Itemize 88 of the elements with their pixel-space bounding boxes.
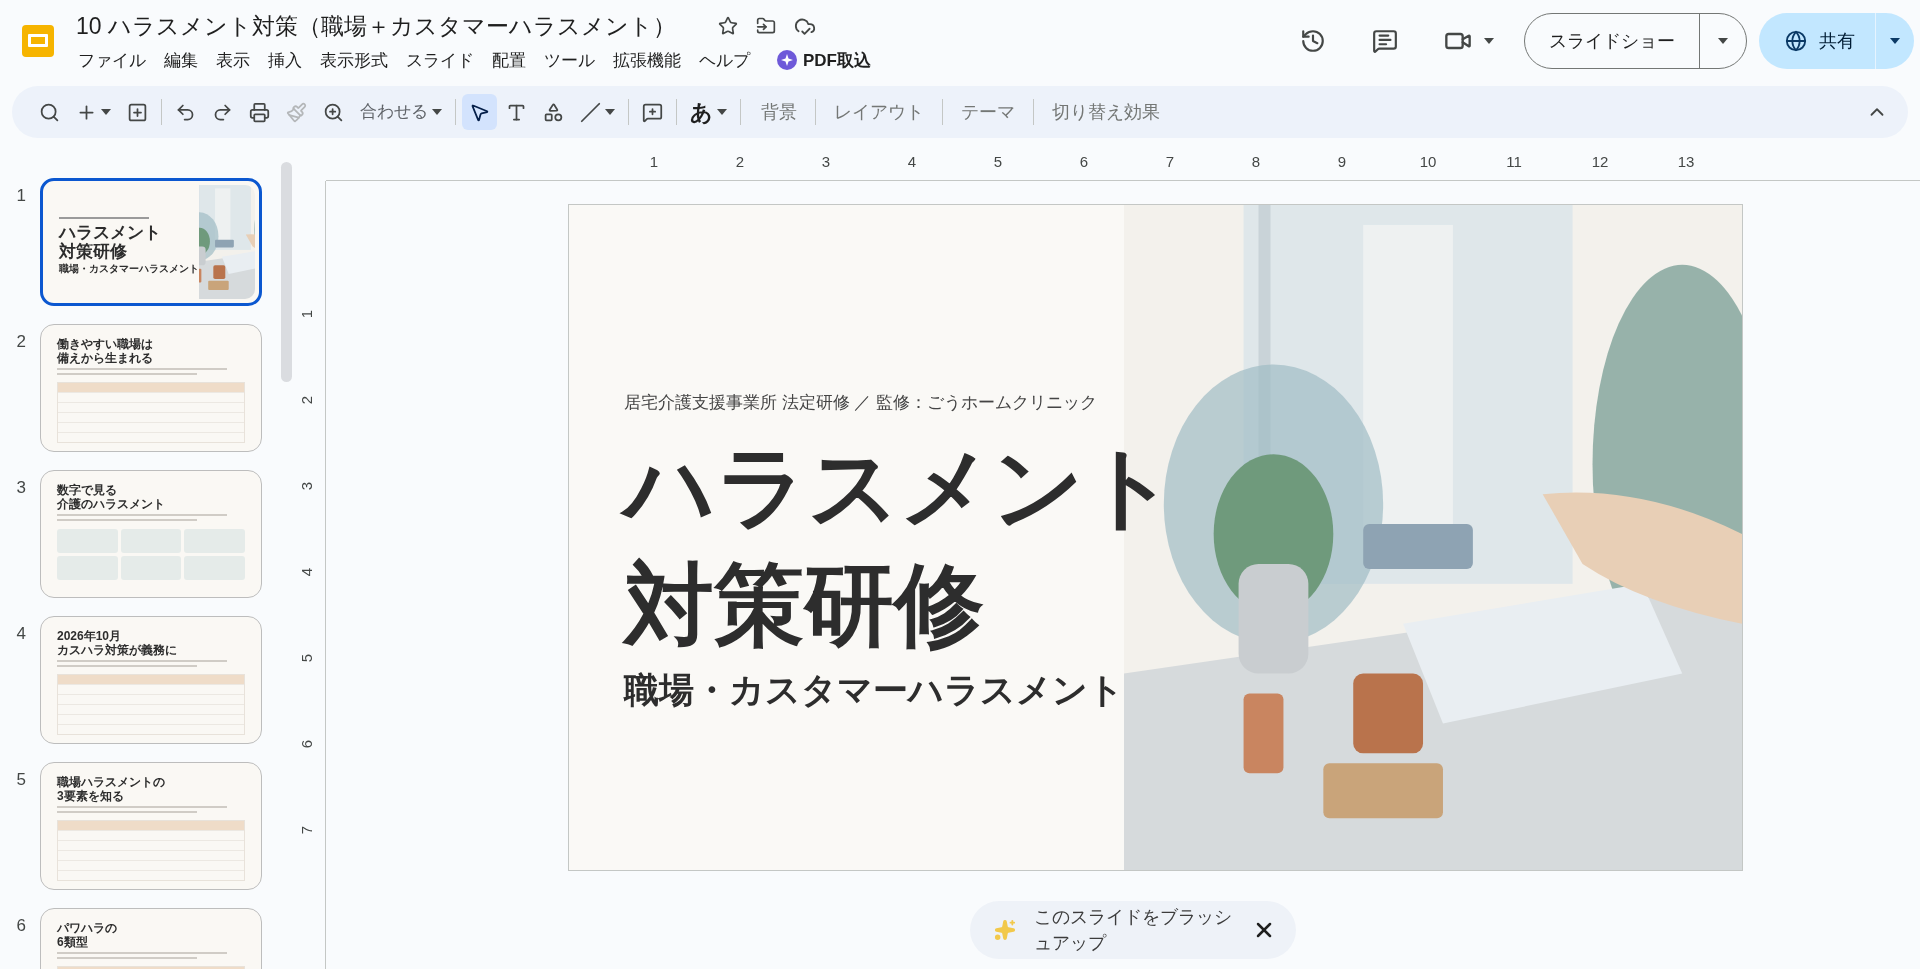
slide-number: 6 (15, 915, 26, 937)
slide-title: 対策研修 (624, 553, 984, 657)
shapes-icon (543, 101, 564, 123)
ruler-label: 7 (297, 825, 317, 835)
select-tool-button[interactable] (462, 94, 497, 130)
thumbnail-title: 2026年10月 (57, 629, 123, 643)
move-folder-icon[interactable] (756, 16, 776, 37)
thumbnail-title: カスハラ対策が義務に (57, 643, 178, 657)
slide-thumbnail[interactable]: 数字で見る 介護のハラスメント (40, 470, 262, 598)
sparkles-icon (994, 919, 1016, 941)
slide-kicker: 居宅介護支援事業所 法定研修 ／ 監修：ごうホームクリニック (624, 392, 1098, 414)
ruler-label: 2 (734, 152, 746, 173)
caret-icon (1718, 38, 1728, 44)
slide-number: 3 (15, 477, 26, 499)
thumbnail-title: 対策研修 (59, 241, 128, 261)
document-title[interactable]: 10 ハラスメント対策（職場＋カスタマーハラスメント） (76, 9, 676, 44)
toolbar-text-button[interactable]: 切り替え効果 (1038, 94, 1174, 130)
line-icon (580, 101, 601, 123)
globe-icon (1785, 30, 1807, 52)
menu-item[interactable]: 配置 (483, 47, 535, 73)
ruler-label: 6 (1078, 152, 1090, 173)
toolbar-text-button[interactable]: 背景 (747, 94, 811, 130)
thumbnail-title: 働きやすい職場は (57, 337, 154, 351)
comment-plus-icon (642, 101, 663, 123)
slide-thumbnail[interactable]: 2026年10月 カスハラ対策が義務に (40, 616, 262, 744)
ruler-label: 10 (1418, 152, 1438, 173)
thumbnail-title: 3要素を知る (57, 789, 125, 803)
caret-icon (101, 109, 111, 115)
new-slide-icon (127, 101, 148, 123)
thumbnail-title: パワハラの (57, 921, 118, 935)
thumbnail-subtitle: 職場・カスタマーハラスメント (59, 261, 199, 276)
ruler-label: 13 (1676, 152, 1696, 173)
thumbnail-title: 6類型 (57, 935, 89, 949)
thumbnail-title: 備えから生まれる (57, 351, 154, 365)
menu-item[interactable]: 編集 (155, 47, 207, 73)
toolbar-text-button[interactable]: テーマ (947, 94, 1029, 130)
slide-number: 5 (15, 769, 26, 791)
search-icon (39, 101, 60, 123)
slide-subtitle: 職場・カスタマーハラスメント (624, 668, 1124, 711)
ruler-label: 2 (297, 395, 317, 405)
slide-canvas[interactable]: 居宅介護支援事業所 法定研修 ／ 監修：ごうホームクリニック ハラスメント 対策研修 職場・カスタマーハラスメント (568, 204, 1743, 871)
ruler-label: 7 (1164, 152, 1176, 173)
caret-icon (717, 109, 727, 115)
menu-item[interactable]: スライド (397, 47, 483, 73)
ruler-label: 4 (297, 567, 317, 577)
menu-item[interactable]: 挿入 (259, 47, 311, 73)
menu-item[interactable]: ファイル (76, 47, 155, 73)
slide-number: 2 (15, 331, 26, 353)
menu-item[interactable]: 拡張機能 (604, 47, 690, 73)
thumbnail-title: 職場ハラスメントの (57, 775, 166, 789)
slide-thumbnail[interactable]: パワハラの 6類型 (40, 908, 262, 969)
ruler-label: 12 (1590, 152, 1610, 173)
printer-icon (249, 101, 270, 123)
ruler-label: 5 (992, 152, 1004, 173)
pdf-import-button[interactable]: PDF取込 (777, 47, 871, 73)
scrollbar[interactable] (281, 162, 292, 382)
slide-thumbnail[interactable]: 働きやすい職場は 備えから生まれる (40, 324, 262, 452)
menu-item[interactable]: ツール (535, 47, 604, 73)
ruler-label: 3 (297, 481, 317, 491)
toolbar-text-button[interactable]: レイアウト (820, 94, 938, 130)
ruler-label: 4 (906, 152, 918, 173)
zoom-icon (323, 101, 344, 123)
caret-icon (432, 109, 442, 115)
history-icon[interactable] (1300, 28, 1326, 54)
caret-icon (1484, 38, 1494, 44)
ruler-label: 3 (820, 152, 832, 173)
menu-item[interactable]: 表示形式 (311, 47, 397, 73)
thumbnail-title: ハラスメント (59, 222, 162, 242)
slide-thumbnail[interactable]: ハラスメント 対策研修 職場・カスタマーハラスメント (40, 178, 262, 306)
slide-number: 1 (15, 185, 26, 207)
ruler-label: 11 (1505, 152, 1523, 173)
ruler-label: 9 (1336, 152, 1348, 173)
menu-item[interactable]: 表示 (207, 47, 259, 73)
menu-item[interactable]: ヘルプ (690, 47, 759, 73)
ruler-label: 5 (297, 653, 317, 663)
sparkle-icon (777, 50, 797, 71)
slide-thumbnail[interactable]: 職場ハラスメントの 3要素を知る (40, 762, 262, 890)
caret-icon (1890, 38, 1900, 44)
caret-icon (605, 109, 615, 115)
comment-icon[interactable] (1372, 28, 1398, 54)
slide-number: 4 (15, 623, 26, 645)
ruler-label: 1 (297, 309, 317, 319)
thumbnail-title: 数字で見る (57, 483, 118, 497)
ruler-label: 1 (648, 152, 660, 173)
ruler-label: 8 (1250, 152, 1262, 173)
star-icon[interactable] (718, 16, 738, 37)
thumbnail-title: 介護のハラスメント (57, 497, 166, 511)
ruler-label: 6 (297, 739, 317, 749)
